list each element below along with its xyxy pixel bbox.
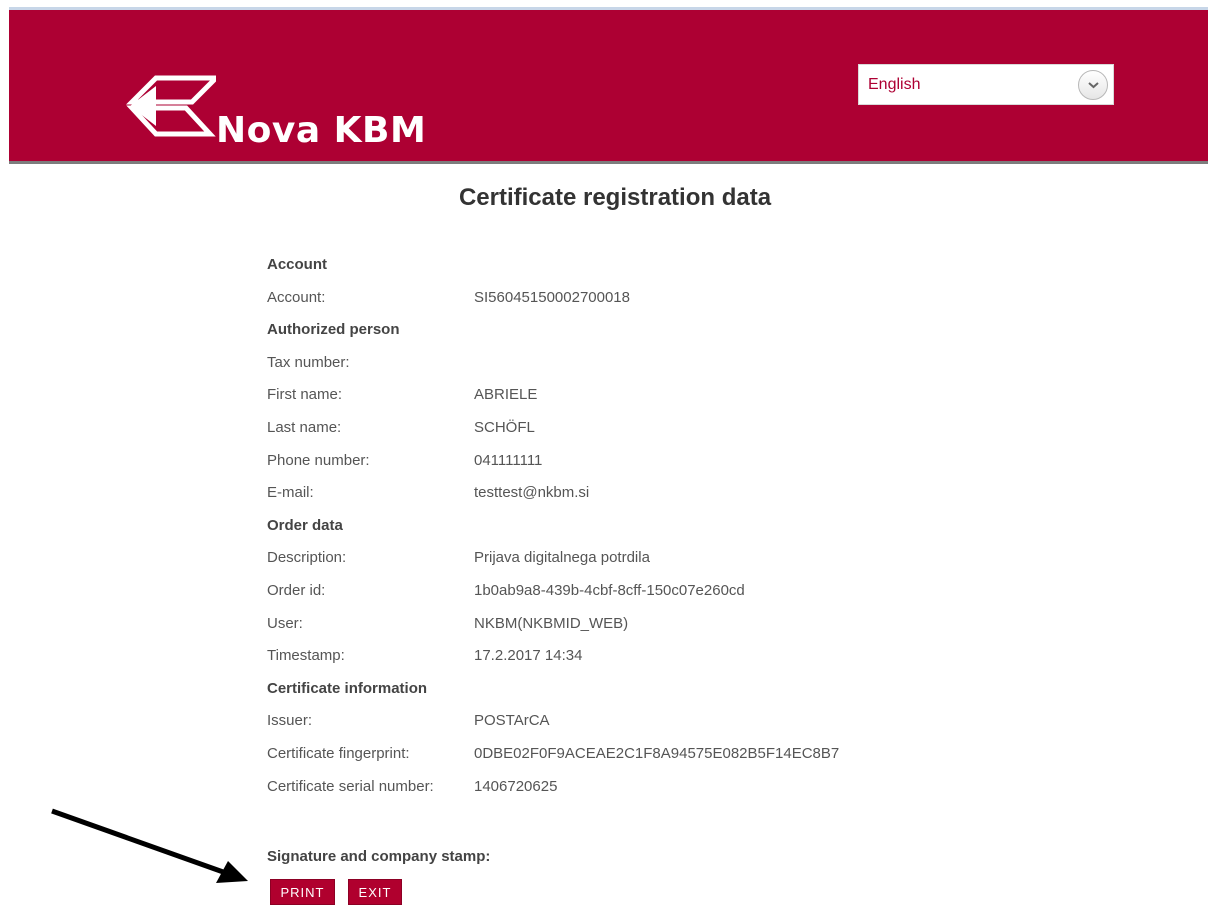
field-label: Description: [267,549,347,567]
field-row-certificate-fingerprint: Certificate fingerprint: 0DBE02F0F9ACEAE… [267,739,1067,772]
field-label: Tax number: [267,353,350,371]
field-value: 1406720625 [474,777,558,795]
field-label: Certificate fingerprint: [267,744,410,762]
field-label: Last name: [267,418,342,436]
field-value: NKBM(NKBMID_WEB) [474,614,629,632]
language-select[interactable]: English [858,64,1114,105]
section-title: Authorized person [267,321,400,339]
field-label: Certificate serial number: [267,777,434,795]
chevron-down-icon [1088,82,1099,89]
language-selected-value: English [868,76,921,93]
brand-logo[interactable]: Nova KBM [126,70,466,151]
field-row-timestamp: Timestamp: 17.2.2017 14:34 [267,641,1067,674]
language-dropdown-button[interactable] [1078,70,1108,100]
field-value: POSTArCA [474,712,550,730]
page-title: Certificate registration data [458,184,772,211]
print-button[interactable]: PRINT [270,879,335,905]
field-row-first-name: First name: ABRIELE [267,380,1067,413]
field-value: ABRIELE [474,386,538,404]
field-label: E-mail: [267,484,314,502]
field-row-issuer: Issuer: POSTArCA [267,706,1067,739]
field-label: Issuer: [267,712,313,730]
field-label: User: [267,614,303,632]
section-title: Certificate information [267,679,428,697]
header-banner: Nova KBM English [9,7,1208,164]
field-row-phone-number: Phone number: 041111111 [267,446,1067,479]
field-value: SI56045150002700018 [474,288,630,306]
brand-name: Nova KBM [216,110,427,151]
field-label: Phone number: [267,451,370,469]
field-row-user: User: NKBM(NKBMID_WEB) [267,609,1067,642]
nkbm-chevron-logo-icon [126,75,216,137]
section-certificate-information: Certificate information [267,674,1067,707]
field-label: Account: [267,288,326,306]
field-row-description: Description: Prijava digitalnega potrdil… [267,543,1067,576]
arrow-icon [51,808,248,883]
section-order-data: Order data [267,511,1067,544]
field-row-certificate-serial-number: Certificate serial number: 1406720625 [267,772,1067,805]
field-value: 0DBE02F0F9ACEAE2C1F8A94575E082B5F14EC8B7 [474,744,840,762]
field-row-email: E-mail: testtest@nkbm.si [267,478,1067,511]
field-label: Order id: [267,581,326,599]
section-account: Account [267,250,1067,283]
field-row-tax-number: Tax number: [267,348,1067,381]
field-value: 1b0ab9a8-439b-4cbf-8cff-150c07e260cd [474,581,745,599]
field-value: 041111111 [474,451,543,469]
section-title: Account [267,256,327,273]
field-value: SCHÖFL [474,418,535,436]
section-title: Order data [267,516,343,534]
signature-stamp-label: Signature and company stamp: [267,848,491,865]
field-value: Prijava digitalnega potrdila [474,549,650,567]
field-value: testtest@nkbm.si [474,484,590,502]
field-label: Timestamp: [267,647,345,665]
field-row-account: Account: SI56045150002700018 [267,283,1067,316]
field-label: First name: [267,386,343,404]
field-row-last-name: Last name: SCHÖFL [267,413,1067,446]
section-authorized-person: Authorized person [267,315,1067,348]
field-value: 17.2.2017 14:34 [474,647,583,665]
registration-data-list: Account Account: SI56045150002700018 Aut… [267,250,1067,804]
exit-button[interactable]: EXIT [348,879,402,905]
field-row-order-id: Order id: 1b0ab9a8-439b-4cbf-8cff-150c07… [267,576,1067,609]
